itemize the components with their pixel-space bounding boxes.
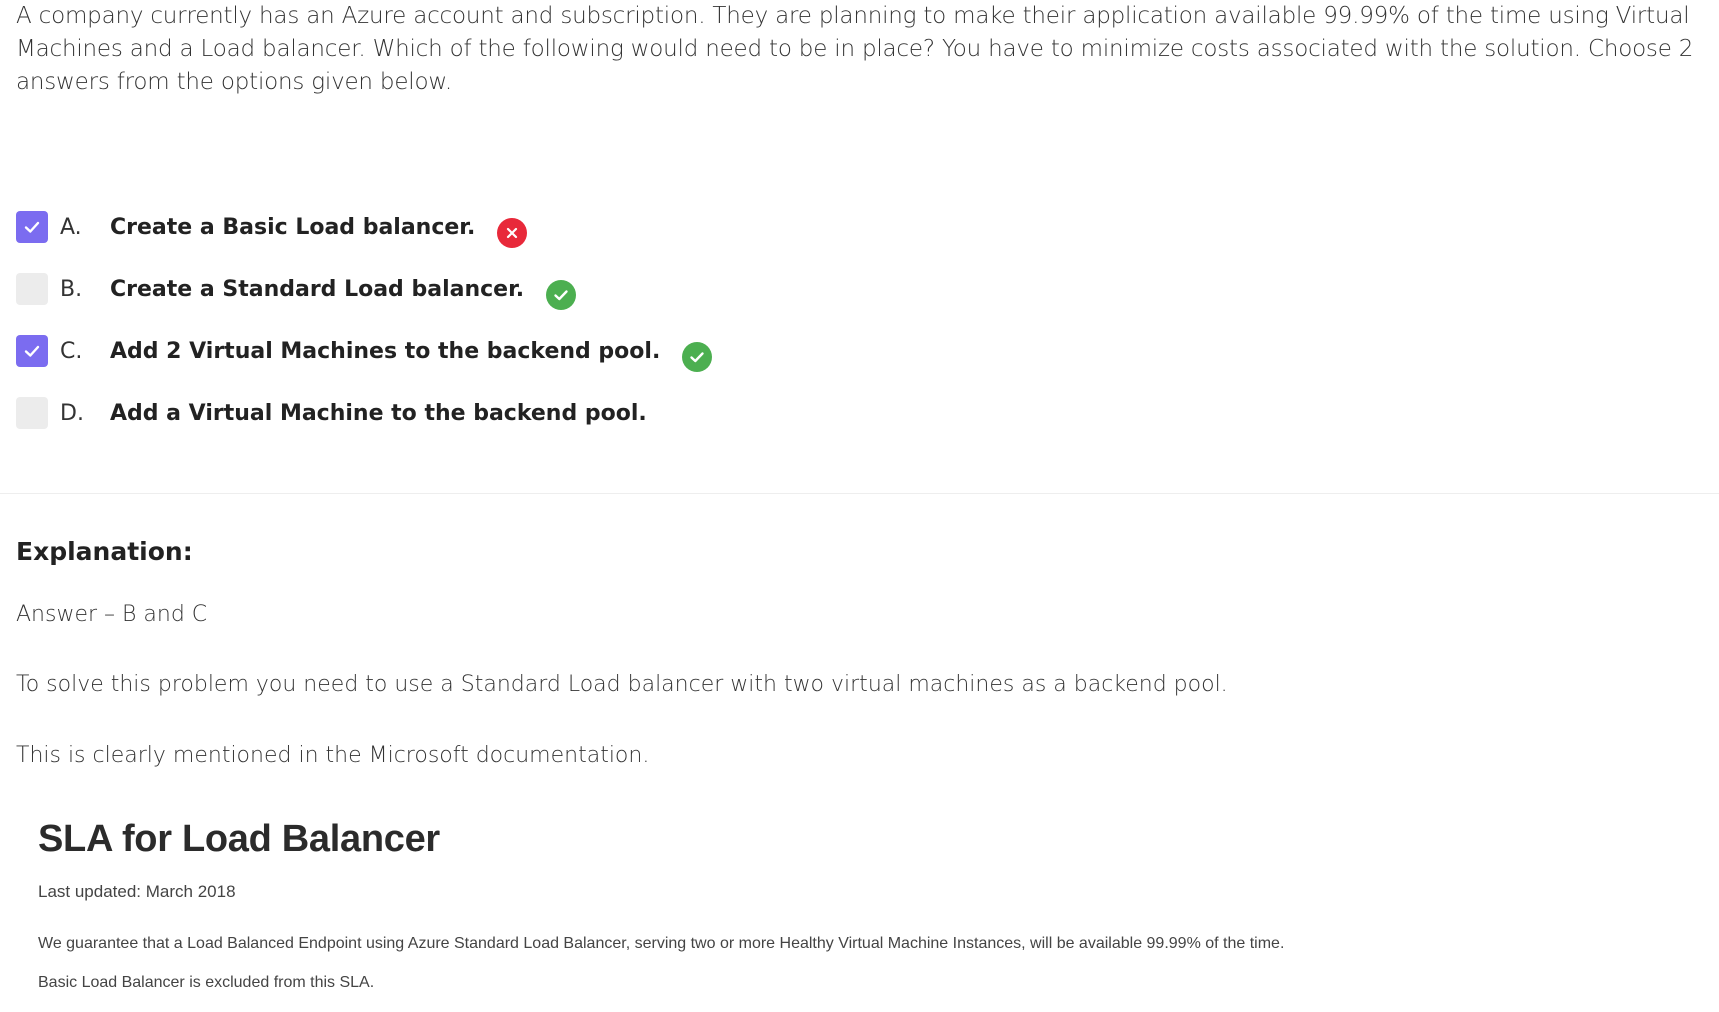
doc-paragraph-1: We guarantee that a Load Balanced Endpoi… <box>38 935 1285 952</box>
question-text: A company currently has an Azure account… <box>16 3 1694 95</box>
x-circle-icon <box>497 218 528 248</box>
option-d-checkbox[interactable] <box>16 397 48 429</box>
option-b-checkbox[interactable] <box>16 273 48 305</box>
option-a-letter: A. <box>60 214 82 240</box>
option-a-label: Create a Basic Load balancer. <box>110 214 476 240</box>
option-c-label: Add 2 Virtual Machines to the backend po… <box>110 338 661 364</box>
section-divider <box>0 493 1719 494</box>
option-b-label: Create a Standard Load balancer. <box>110 276 525 302</box>
option-b-letter: B. <box>60 276 83 302</box>
option-d-letter: D. <box>60 400 84 426</box>
doc-last-updated: Last updated: March 2018 <box>38 882 236 901</box>
check-circle-icon <box>546 280 577 310</box>
check-circle-icon <box>682 342 713 372</box>
option-c-letter: C. <box>60 338 83 364</box>
option-c-checkbox[interactable] <box>16 335 48 367</box>
option-c[interactable]: C. Add 2 Virtual Machines to the backend… <box>16 320 916 382</box>
doc-paragraph-2: Basic Load Balancer is excluded from thi… <box>38 974 375 991</box>
answer-options: A. Create a Basic Load balancer. B. Crea… <box>16 196 916 444</box>
option-a[interactable]: A. Create a Basic Load balancer. <box>16 196 916 258</box>
check-icon <box>24 221 40 233</box>
option-d[interactable]: D. Add a Virtual Machine to the backend … <box>16 382 916 444</box>
explanation-answer: Answer – B and C <box>16 602 208 627</box>
explanation-line-1: To solve this problem you need to use a … <box>16 672 1228 697</box>
explanation-line-2: This is clearly mentioned in the Microso… <box>16 743 650 768</box>
option-a-checkbox[interactable] <box>16 211 48 243</box>
explanation-heading: Explanation: <box>16 537 193 566</box>
doc-title: SLA for Load Balancer <box>38 818 440 860</box>
check-icon <box>24 345 40 357</box>
option-d-label: Add a Virtual Machine to the backend poo… <box>110 400 647 426</box>
option-b[interactable]: B. Create a Standard Load balancer. <box>16 258 916 320</box>
